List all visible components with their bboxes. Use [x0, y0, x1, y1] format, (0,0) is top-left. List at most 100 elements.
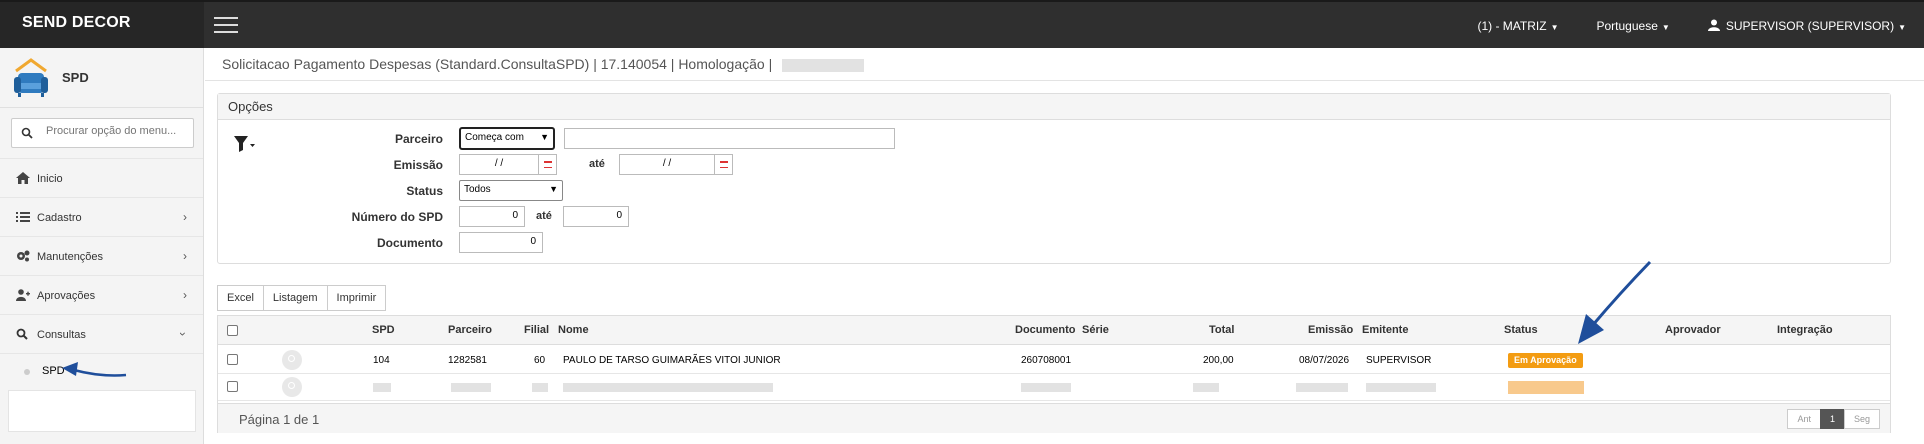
parceiro-mode-select[interactable]: Começa com ▼: [459, 127, 555, 150]
emissao-to-input[interactable]: / /: [619, 154, 715, 175]
sidebar-item-inicio[interactable]: Inicio: [0, 158, 203, 197]
menu-search-box[interactable]: [11, 118, 194, 148]
column-header[interactable]: Filial: [524, 324, 549, 336]
numero-spd-row: Número do SPD 0 até 0: [218, 206, 918, 228]
chevron-down-icon: ▼: [540, 132, 549, 142]
redacted-text: [373, 383, 391, 392]
language-label: Portuguese: [1596, 19, 1658, 33]
column-header[interactable]: Emissão: [1308, 324, 1353, 336]
spd-from-input[interactable]: 0: [459, 206, 525, 227]
prev-page-button[interactable]: Ant: [1787, 409, 1821, 429]
search-icon: [21, 127, 33, 139]
search-icon: [16, 328, 28, 340]
top-bar: SEND DECOR (1) - MATRIZ ▼ Portuguese ▼ SUP…: [0, 0, 1924, 48]
view-detail-icon[interactable]: [282, 377, 302, 397]
emissao-label: Emissão: [393, 158, 443, 172]
module-title: SPD: [62, 70, 89, 85]
export-button-group: Excel Listagem Imprimir: [217, 285, 387, 311]
table-row-redacted[interactable]: [218, 374, 1890, 401]
cell-total: 200,00: [1203, 355, 1234, 366]
user-dropdown[interactable]: SUPERVISOR (SUPERVISOR) ▼: [1707, 19, 1906, 33]
sidebar-footer-blank: [8, 390, 196, 432]
brand-logo[interactable]: SEND DECOR: [0, 2, 204, 48]
sidebar: SPD Inicio Cadastro › Manutenções › Apro…: [0, 48, 204, 444]
column-header[interactable]: Integração: [1777, 324, 1833, 336]
column-header[interactable]: Parceiro: [448, 324, 492, 336]
next-page-button[interactable]: Seg: [1843, 409, 1880, 429]
redacted-text: [782, 58, 865, 72]
sidebar-nav: Inicio Cadastro › Manutenções › Aprovaçõ…: [0, 158, 203, 389]
spd-to-input[interactable]: 0: [563, 206, 629, 227]
sidebar-item-cadastro[interactable]: Cadastro ›: [0, 197, 203, 236]
calendar-icon[interactable]: [538, 154, 557, 175]
column-header[interactable]: Série: [1082, 324, 1109, 336]
column-header[interactable]: SPD: [372, 324, 395, 336]
page-1-button[interactable]: 1: [1819, 409, 1845, 429]
emissao-from-input[interactable]: / /: [459, 154, 539, 175]
column-header[interactable]: Nome: [558, 324, 589, 336]
column-header[interactable]: Emitente: [1362, 324, 1408, 336]
sidebar-subitem-spd[interactable]: SPD: [0, 353, 203, 389]
sidebar-item-label: Inicio: [37, 173, 63, 185]
status-badge: Em Aprovação: [1508, 353, 1583, 368]
status-select-value: Todos: [464, 184, 491, 195]
redacted-status: [1508, 381, 1584, 394]
view-detail-icon[interactable]: [282, 350, 302, 370]
column-header[interactable]: Aprovador: [1665, 324, 1721, 336]
options-panel: Opções Parceiro Começa com ▼ Emissão / / …: [217, 93, 1891, 264]
hamburger-menu-icon[interactable]: [214, 17, 238, 35]
emissao-ate-label: até: [589, 158, 605, 170]
page-header: Solicitacao Pagamento Despesas (Standard…: [205, 48, 1924, 81]
sidebar-item-label: Aprovações: [37, 290, 96, 302]
sidebar-item-aprovacoes[interactable]: Aprovações ›: [0, 275, 203, 314]
numero-spd-label: Número do SPD: [351, 210, 443, 224]
column-header[interactable]: Status: [1504, 324, 1538, 336]
redacted-text: [451, 383, 491, 392]
table-row[interactable]: 104 1282581 60 PAULO DE TARSO GUIMARÃES …: [218, 347, 1890, 374]
chevron-right-icon: ›: [183, 249, 187, 263]
column-header[interactable]: Documento: [1015, 324, 1076, 336]
documento-input[interactable]: 0: [459, 232, 543, 253]
redacted-text: [1021, 383, 1071, 392]
chevron-down-icon: ▼: [549, 184, 558, 194]
excel-button[interactable]: Excel: [217, 285, 264, 311]
calendar-icon[interactable]: [714, 154, 733, 175]
imprimir-button[interactable]: Imprimir: [326, 285, 387, 311]
row-checkbox[interactable]: [227, 354, 238, 365]
sidebar-item-label: Consultas: [37, 329, 86, 341]
results-table: SPD Parceiro Filial Nome Documento Série…: [217, 315, 1891, 433]
status-select[interactable]: Todos ▼: [459, 180, 563, 201]
gears-icon: [17, 250, 30, 262]
redacted-text: [1193, 383, 1219, 392]
table-footer: Página 1 de 1 Ant 1 Seg: [218, 403, 1890, 433]
row-checkbox[interactable]: [227, 381, 238, 392]
pagination-info: Página 1 de 1: [239, 412, 320, 427]
cell-nome: PAULO DE TARSO GUIMARÃES VITOI JUNIOR: [563, 355, 781, 366]
column-header[interactable]: Total: [1209, 324, 1234, 336]
user-icon: [1707, 19, 1720, 31]
page-title: Solicitacao Pagamento Despesas (Standard…: [222, 56, 865, 72]
menu-search-input[interactable]: [46, 125, 186, 137]
cell-spd: 104: [373, 355, 390, 366]
select-all-checkbox[interactable]: [227, 325, 238, 336]
company-label: (1) - MATRIZ: [1477, 19, 1547, 33]
options-panel-title: Opções: [218, 94, 1890, 120]
company-dropdown[interactable]: (1) - MATRIZ ▼: [1477, 19, 1558, 33]
page-title-text: Solicitacao Pagamento Despesas (Standard…: [222, 56, 773, 72]
chevron-down-icon: ›: [176, 332, 190, 336]
parceiro-mode-value: Começa com: [465, 132, 524, 143]
language-dropdown[interactable]: Portuguese ▼: [1597, 19, 1670, 33]
parceiro-input[interactable]: [564, 128, 895, 149]
chevron-right-icon: ›: [183, 210, 187, 224]
redacted-text: [532, 383, 548, 392]
listagem-button[interactable]: Listagem: [262, 285, 328, 311]
redacted-text: [1296, 383, 1348, 392]
user-label: SUPERVISOR (SUPERVISOR): [1725, 19, 1895, 33]
sidebar-item-manutencoes[interactable]: Manutenções ›: [0, 236, 203, 275]
emissao-row: Emissão / / até / /: [218, 154, 918, 176]
bullet-icon: [24, 369, 30, 375]
redacted-text: [563, 383, 773, 392]
parceiro-label: Parceiro: [394, 132, 443, 146]
cell-parceiro: 1282581: [448, 355, 487, 366]
sidebar-item-consultas[interactable]: Consultas ›: [0, 314, 203, 353]
